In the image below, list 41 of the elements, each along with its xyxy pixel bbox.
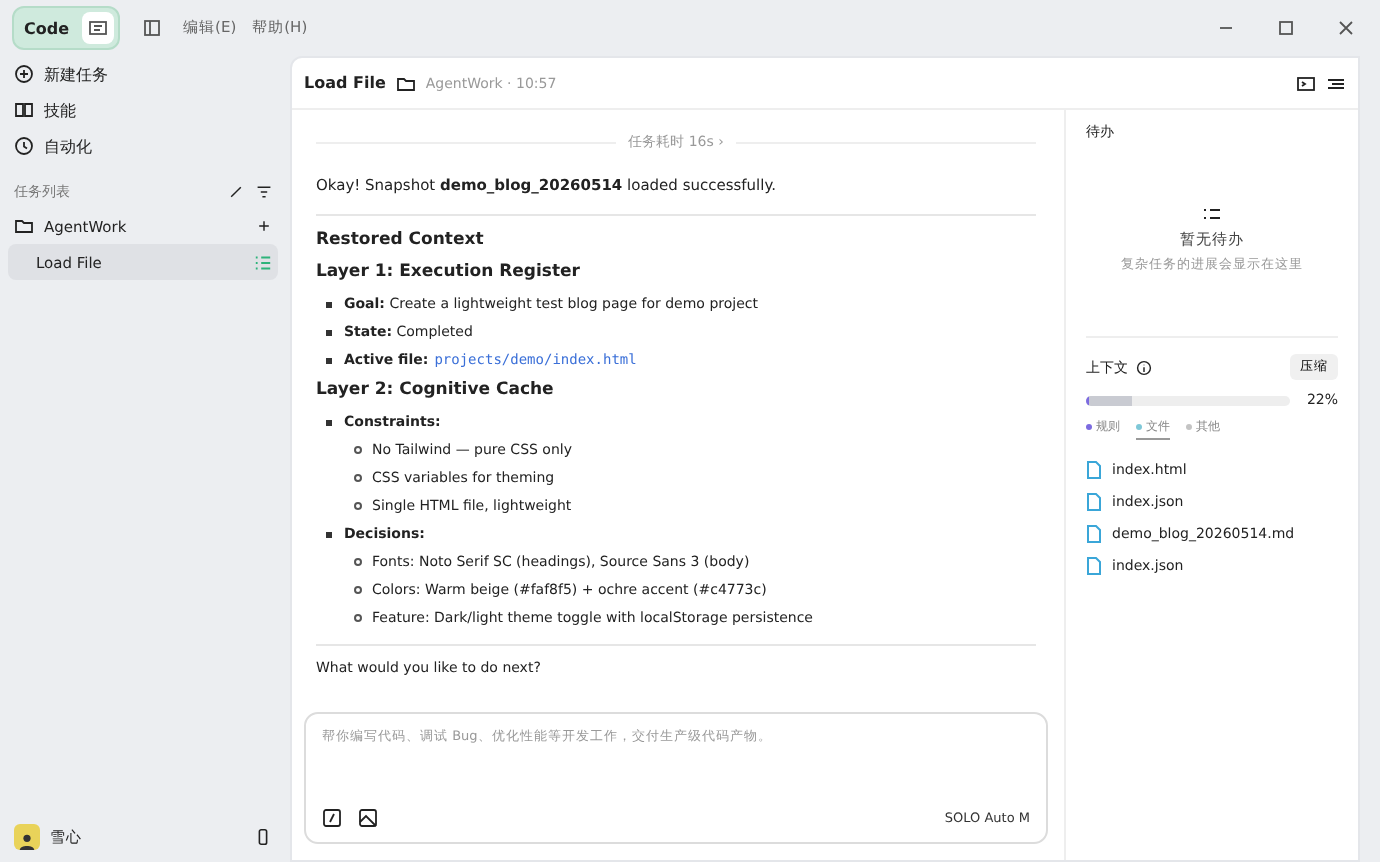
terminal-button[interactable] (81, 12, 114, 44)
bullet-icon (354, 586, 362, 594)
image-icon (358, 808, 378, 828)
bullet-icon (354, 474, 362, 482)
section-heading: Layer 1: Execution Register (316, 260, 582, 286)
mode-switch[interactable]: Code (12, 6, 120, 50)
info-icon (1136, 359, 1152, 375)
bullet-icon (354, 502, 362, 510)
close-icon (1336, 18, 1356, 38)
folder-icon (14, 216, 34, 236)
phone-icon (254, 828, 272, 846)
list-icon (254, 253, 272, 271)
section-heading: Layer 2: Cognitive Cache (316, 378, 556, 404)
bullet-icon (354, 558, 362, 566)
list-icon (1326, 73, 1346, 93)
task-title: Load File (304, 74, 386, 92)
filter-icon (256, 184, 272, 200)
bullet-icon (326, 420, 332, 426)
book-icon (14, 100, 34, 120)
bullet-icon (326, 302, 332, 308)
checklist-icon (1202, 204, 1222, 224)
clock-icon (14, 136, 34, 156)
bullet-icon (326, 532, 332, 538)
folder-icon (395, 73, 416, 93)
plus-circle-icon (14, 64, 34, 84)
mode-label[interactable]: Code (18, 19, 76, 37)
terminal-icon (1296, 73, 1316, 93)
section-title: Restored Context (316, 228, 486, 252)
bullet-icon (354, 614, 362, 622)
terminal-icon (87, 18, 108, 38)
slash-icon (322, 808, 342, 828)
bullet-icon (326, 330, 332, 336)
sidebar-icon (141, 18, 162, 38)
bullet-icon (354, 446, 362, 454)
add-icon (256, 218, 272, 234)
nav-item[interactable]: 新建任务 (8, 56, 278, 92)
avatar-silhouette (14, 824, 40, 850)
nav-item[interactable]: 自动化 (8, 128, 278, 164)
nav-item[interactable]: 技能 (8, 92, 278, 128)
maximize-icon (1276, 18, 1296, 38)
bullet-icon (326, 358, 332, 364)
